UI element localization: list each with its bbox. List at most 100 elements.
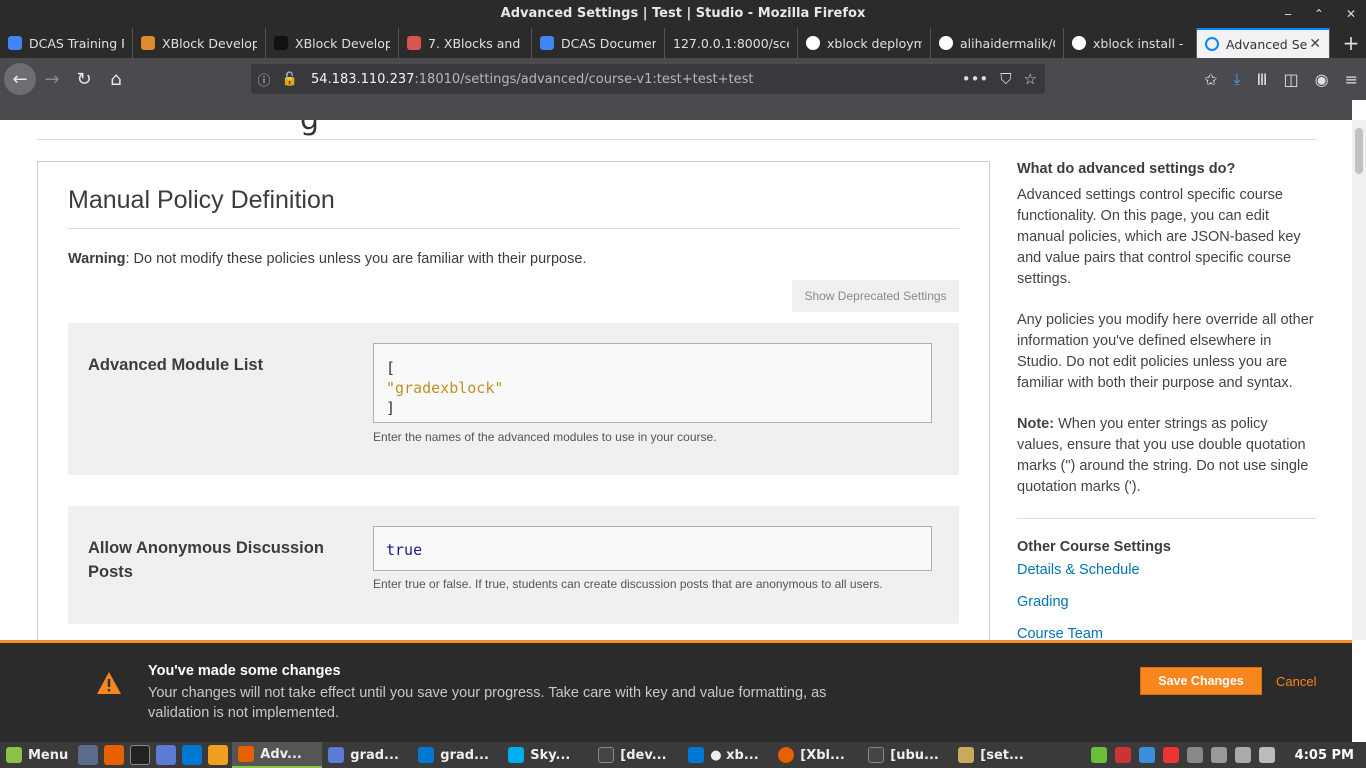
- forward-icon[interactable]: →: [36, 63, 68, 95]
- battery-icon[interactable]: [1234, 747, 1251, 763]
- divider: [1017, 518, 1316, 519]
- link-grading[interactable]: Grading: [1017, 591, 1316, 613]
- pocket-icon[interactable]: ⛉: [1000, 70, 1011, 88]
- task-label: [Xbl...: [800, 747, 845, 763]
- firefox-icon[interactable]: [104, 745, 125, 765]
- tab-label: xblock deploym: [827, 35, 922, 51]
- tab-label: DCAS Documen: [561, 35, 656, 51]
- reading-list-icon[interactable]: ✩: [1204, 70, 1217, 89]
- taskbar-task[interactable]: Adv...: [232, 742, 323, 768]
- save-changes-button[interactable]: Save Changes: [1140, 667, 1262, 695]
- browser-tab-active[interactable]: Advanced Se ✕: [1197, 28, 1330, 58]
- task-label: [set...: [980, 747, 1024, 763]
- help-sidebar: What do advanced settings do? Advanced s…: [1017, 161, 1316, 640]
- close-tab-icon[interactable]: ✕: [1309, 36, 1321, 52]
- taskbar-task[interactable]: [dev...: [592, 742, 682, 768]
- window-title-bar: Advanced Settings | Test | Studio - Mozi…: [0, 0, 1366, 28]
- user-icon[interactable]: [1186, 747, 1203, 763]
- maximize-icon[interactable]: ⌃: [1314, 0, 1324, 28]
- tab-label: xblock install - G: [1093, 35, 1188, 51]
- tab-bar: DCAS Training P XBlock Develop XBlock De…: [0, 28, 1366, 58]
- app-icon[interactable]: [208, 745, 229, 765]
- browser-tab[interactable]: XBlock Develop: [266, 28, 399, 58]
- reload-icon[interactable]: ↻: [68, 63, 100, 95]
- firefox-icon: [238, 746, 255, 762]
- library-icon[interactable]: Ⅲ: [1256, 70, 1267, 89]
- warning-text: Warning: Do not modify these policies un…: [68, 251, 586, 267]
- shield-icon[interactable]: [1114, 747, 1131, 763]
- note-label: Note:: [1017, 416, 1055, 432]
- show-deprecated-button[interactable]: Show Deprecated Settings: [792, 280, 959, 312]
- start-menu-button[interactable]: Menu: [0, 747, 74, 763]
- task-label: ● xb...: [710, 747, 759, 763]
- browser-tab[interactable]: XBlock Develop: [133, 28, 266, 58]
- account-icon[interactable]: ◉: [1315, 70, 1329, 89]
- browser-tab[interactable]: 7. XBlocks and t: [399, 28, 532, 58]
- taskbar-task[interactable]: ● xb...: [682, 742, 772, 768]
- home-icon[interactable]: ⌂: [100, 63, 132, 95]
- browser-tab[interactable]: DCAS Training P: [0, 28, 133, 58]
- minimize-icon[interactable]: ‒: [1284, 0, 1292, 28]
- update-manager-icon[interactable]: [1090, 747, 1107, 763]
- url-bar[interactable]: ⓘ 🔓 54.183.110.237:18010/settings/advanc…: [251, 64, 1045, 94]
- setting-allow-anonymous-posts: Allow Anonymous Discussion Posts true En…: [68, 506, 959, 624]
- page-actions-icon[interactable]: •••: [962, 70, 989, 88]
- anydesk-icon[interactable]: [1162, 747, 1179, 763]
- browser-tab[interactable]: xblock deploym: [798, 28, 931, 58]
- volume-icon[interactable]: [1258, 747, 1275, 763]
- insecure-lock-icon[interactable]: 🔓: [277, 72, 303, 87]
- bookmark-star-icon[interactable]: ☆: [1024, 70, 1037, 88]
- allow-anonymous-posts-editor[interactable]: true: [373, 526, 932, 571]
- tab-favicon-icon: [540, 36, 554, 50]
- link-course-team[interactable]: Course Team: [1017, 623, 1316, 640]
- note-text: When you enter strings as policy values,…: [1017, 416, 1309, 495]
- other-settings-heading: Other Course Settings: [1017, 539, 1171, 555]
- info-icon[interactable]: ⓘ: [251, 70, 277, 89]
- files-icon[interactable]: [156, 745, 177, 765]
- taskbar-task[interactable]: [set...: [952, 742, 1042, 768]
- taskbar-task[interactable]: grad...: [412, 742, 502, 768]
- sidebar-note: Note: When you enter strings as policy v…: [1017, 414, 1316, 498]
- tab-label: XBlock Develop: [162, 35, 257, 51]
- window-title: Advanced Settings | Test | Studio - Mozi…: [500, 6, 866, 21]
- chrome-icon: [778, 747, 795, 763]
- download-icon[interactable]: ⤓: [1233, 69, 1240, 89]
- mint-logo-icon: [6, 747, 22, 763]
- taskbar-task[interactable]: [ubu...: [862, 742, 952, 768]
- new-tab-icon[interactable]: +: [1336, 28, 1366, 58]
- task-label: Sky...: [530, 747, 571, 763]
- clock[interactable]: 4:05 PM: [1295, 748, 1354, 763]
- cancel-button[interactable]: Cancel: [1276, 674, 1316, 689]
- tab-label: 7. XBlocks and t: [428, 35, 523, 51]
- browser-tab[interactable]: 127.0.0.1:8000/scen: [665, 28, 798, 58]
- bluetooth-icon[interactable]: [1138, 747, 1155, 763]
- scrollbar-thumb[interactable]: [1355, 128, 1363, 174]
- advanced-module-list-editor[interactable]: [ "gradexblock" ]: [373, 343, 932, 423]
- tab-label: DCAS Training P: [29, 35, 124, 51]
- link-details-schedule[interactable]: Details & Schedule: [1017, 559, 1316, 581]
- back-icon[interactable]: ←: [4, 63, 36, 95]
- unsaved-changes-notification: You've made some changes Your changes wi…: [0, 640, 1352, 742]
- page-scrollbar[interactable]: [1352, 120, 1366, 640]
- browser-tab[interactable]: alihaidermalik/G: [931, 28, 1064, 58]
- task-label: [dev...: [620, 747, 667, 763]
- show-desktop-icon[interactable]: [78, 745, 99, 765]
- sidebar-toggle-icon[interactable]: ◫: [1284, 70, 1299, 89]
- taskbar-task[interactable]: Sky...: [502, 742, 592, 768]
- browser-tab[interactable]: xblock install - G: [1064, 28, 1197, 58]
- google-icon: [1072, 36, 1086, 50]
- sidebar-heading: What do advanced settings do?: [1017, 161, 1236, 177]
- browser-tab[interactable]: DCAS Documen: [532, 28, 665, 58]
- taskbar-task[interactable]: [Xbl...: [772, 742, 862, 768]
- taskbar-task[interactable]: grad...: [322, 742, 412, 768]
- terminal-icon: [598, 747, 615, 763]
- terminal-icon[interactable]: [130, 745, 151, 765]
- quick-launch: [74, 745, 232, 765]
- divider: [37, 139, 1316, 140]
- setting-advanced-module-list: Advanced Module List [ "gradexblock" ] E…: [68, 323, 959, 475]
- vscode-icon[interactable]: [182, 745, 203, 765]
- close-window-icon[interactable]: ✕: [1346, 0, 1356, 28]
- os-taskbar: Menu Adv... grad... grad... Sky... [dev.…: [0, 742, 1366, 768]
- wifi-icon[interactable]: [1210, 747, 1227, 763]
- hamburger-menu-icon[interactable]: ≡: [1345, 70, 1358, 89]
